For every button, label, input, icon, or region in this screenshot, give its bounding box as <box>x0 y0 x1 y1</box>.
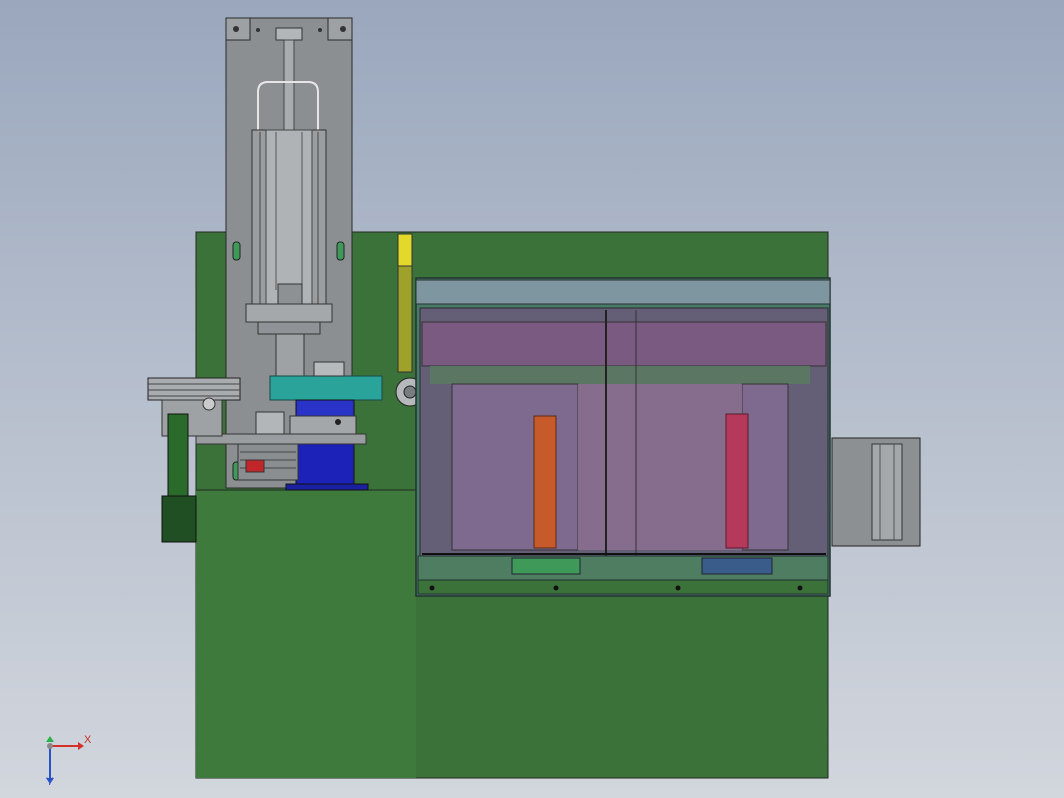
piston-rod <box>283 39 295 131</box>
coordinate-triad: X Y <box>38 728 98 788</box>
right-attachment-inner <box>871 443 903 541</box>
cylinder-flange <box>245 303 333 323</box>
base-strip <box>417 579 829 595</box>
blue-motor <box>295 439 355 485</box>
cad-viewport[interactable]: X Y <box>0 0 1064 798</box>
enclosure-inner-green <box>430 366 810 384</box>
pulley-hub <box>313 361 345 377</box>
orange-rod <box>533 415 557 549</box>
cylinder-inner <box>265 129 313 309</box>
slot <box>336 241 345 261</box>
bolt <box>233 26 239 32</box>
chamber-left <box>451 383 579 551</box>
green-disc <box>511 557 581 575</box>
olive-bar <box>397 265 413 373</box>
blue-disc <box>701 557 773 575</box>
spindle <box>275 333 305 379</box>
cylinder-flange-lower <box>257 321 321 335</box>
chamber-center <box>578 384 742 550</box>
motor-top <box>295 399 355 417</box>
bolt <box>340 26 346 32</box>
chamber-right <box>741 383 789 551</box>
dark-green-block <box>161 495 197 543</box>
triad-y-label: Y <box>46 776 54 788</box>
cylinder-nut <box>277 283 303 305</box>
enclosure-band <box>421 321 827 367</box>
enclosure-top-rail <box>415 279 831 305</box>
machine-model[interactable] <box>0 0 1064 798</box>
triad-x-label: X <box>84 734 92 746</box>
bolt <box>335 419 341 425</box>
yellow-bar <box>397 233 413 267</box>
teal-pulley <box>269 375 383 401</box>
bolt <box>256 28 260 32</box>
small-block <box>255 411 285 435</box>
bolt <box>318 28 322 32</box>
rod-top-cap <box>275 27 303 41</box>
slot <box>232 241 241 261</box>
base-plate-step <box>196 490 416 778</box>
motor-base <box>285 483 369 491</box>
red-rod <box>725 413 749 549</box>
red-part <box>245 459 265 473</box>
left-spool-stack <box>147 377 241 401</box>
roller <box>202 397 216 411</box>
